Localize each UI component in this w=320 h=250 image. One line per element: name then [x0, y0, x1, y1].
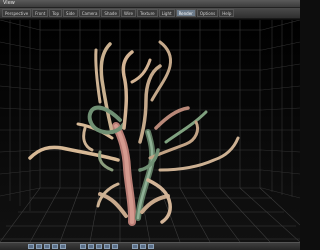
window-title: View: [3, 0, 15, 6]
status-toolbar: [0, 242, 300, 250]
rotate-icon[interactable]: [104, 244, 110, 249]
move-icon[interactable]: [96, 244, 102, 249]
rewind-icon[interactable]: [44, 244, 50, 249]
viewport-canvas: [0, 19, 301, 243]
toolbar-button-wire[interactable]: Wire: [120, 9, 136, 17]
toolbar-button-help[interactable]: Help: [219, 9, 235, 17]
pan-icon[interactable]: [140, 244, 146, 249]
stop-icon[interactable]: [36, 244, 42, 249]
toolbar-button-texture[interactable]: Texture: [136, 9, 158, 17]
toolbar-button-top[interactable]: Top: [49, 9, 63, 17]
play-icon[interactable]: [28, 244, 34, 249]
frame-icon[interactable]: [148, 244, 154, 249]
key-icon[interactable]: [60, 244, 66, 249]
toolbar-button-camera[interactable]: Camera: [78, 9, 101, 17]
toolbar-button-shade[interactable]: Shade: [101, 9, 120, 17]
3d-viewport[interactable]: [0, 19, 301, 243]
forward-icon[interactable]: [52, 244, 58, 249]
viewport-toolbar: Perspective Front Top Side Camera Shade Wire Te…: [0, 8, 300, 19]
toolbar-button-render[interactable]: Render: [175, 9, 196, 17]
toolbar-button-options[interactable]: Options: [196, 9, 219, 17]
window-titlebar: View: [0, 0, 300, 8]
toolbar-button-perspective[interactable]: Perspective: [2, 9, 32, 17]
select-icon[interactable]: [88, 244, 94, 249]
scale-icon[interactable]: [112, 244, 118, 249]
toolbar-button-light[interactable]: Light: [158, 9, 175, 17]
loop-icon[interactable]: [80, 244, 86, 249]
toolbar-button-front[interactable]: Front: [32, 9, 49, 17]
toolbar-button-side[interactable]: Side: [63, 9, 78, 17]
zoom-icon[interactable]: [132, 244, 138, 249]
